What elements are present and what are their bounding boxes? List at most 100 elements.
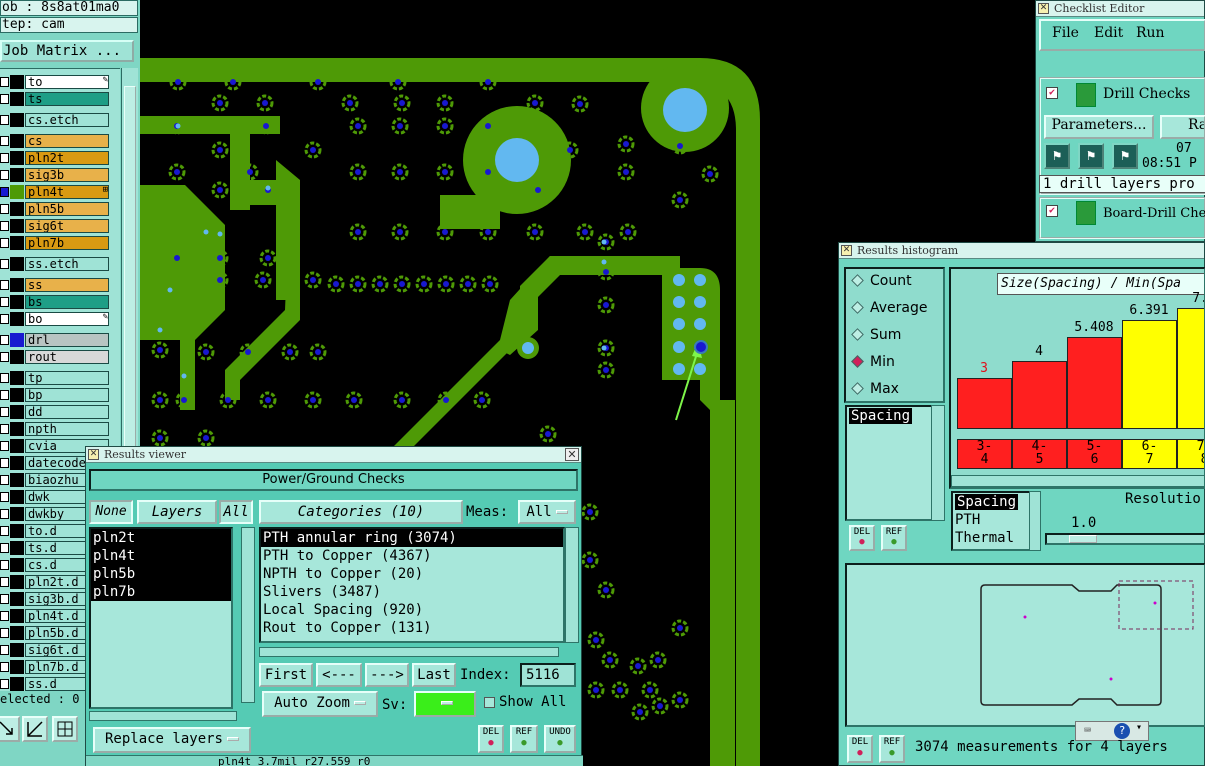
- layer-checkbox[interactable]: [0, 679, 9, 689]
- layer-checkbox[interactable]: [0, 390, 9, 400]
- run-all-icon[interactable]: ⚑: [1078, 143, 1104, 169]
- layer-row[interactable]: pln7b: [0, 236, 112, 250]
- layer-color-swatch[interactable]: [10, 295, 24, 309]
- layer-checkbox[interactable]: [0, 577, 9, 587]
- histogram-bar[interactable]: [1067, 336, 1122, 429]
- all-layers-button[interactable]: All: [219, 500, 253, 524]
- layer-checkbox[interactable]: [0, 424, 9, 434]
- layer-checkbox[interactable]: [0, 373, 9, 383]
- histogram-bin-label[interactable]: 3- 4: [957, 439, 1012, 469]
- layer-name[interactable]: pln2t: [25, 151, 109, 165]
- layer-checkbox[interactable]: [0, 352, 9, 362]
- histogram-bar[interactable]: [1177, 307, 1204, 429]
- radio-diamond-icon[interactable]: [851, 301, 864, 314]
- layer-color-swatch[interactable]: [10, 473, 24, 487]
- preview-del-button[interactable]: DEL ●: [847, 735, 873, 763]
- layer-color-swatch[interactable]: [10, 202, 24, 216]
- layer-name[interactable]: ss.etch: [25, 257, 109, 271]
- layer-name[interactable]: bo: [25, 312, 109, 326]
- layer-checkbox[interactable]: [0, 628, 9, 638]
- type-list[interactable]: Spacing PTH Thermal: [951, 491, 1039, 551]
- histogram-bin-label[interactable]: 4- 5: [1012, 439, 1067, 469]
- layer-color-swatch[interactable]: [10, 592, 24, 606]
- layer-checkbox[interactable]: [0, 221, 9, 231]
- board-drill-checkbox[interactable]: ✔: [1046, 205, 1058, 217]
- layer-results-list[interactable]: pln2t pln4t pln5b pln7b: [89, 527, 233, 709]
- layer-color-swatch[interactable]: [10, 507, 24, 521]
- radio-diamond-icon[interactable]: [851, 355, 864, 368]
- layer-name[interactable]: drl: [25, 333, 109, 347]
- hist-ref-button[interactable]: REF ●: [881, 525, 907, 551]
- tool-grid-icon[interactable]: [52, 716, 78, 742]
- tool-measure-icon[interactable]: [22, 716, 48, 742]
- layer-checkbox[interactable]: [0, 94, 9, 104]
- ra-button[interactable]: Ra: [1160, 115, 1205, 139]
- layer-name[interactable]: pln4t: [25, 185, 109, 199]
- radio-diamond-icon[interactable]: [851, 382, 864, 395]
- hist-del-button[interactable]: DEL ●: [849, 525, 875, 551]
- layer-color-swatch[interactable]: [10, 575, 24, 589]
- type-list-scrollbar[interactable]: [1029, 491, 1041, 551]
- layer-checkbox[interactable]: [0, 645, 9, 655]
- auto-zoom-option[interactable]: Auto Zoom: [262, 691, 378, 717]
- layer-row[interactable]: ss.etch: [0, 257, 112, 271]
- categories-button[interactable]: Categories (10): [259, 500, 463, 524]
- layer-checkbox[interactable]: [0, 475, 9, 485]
- histogram-bin-label[interactable]: 6- 7: [1122, 439, 1177, 469]
- layer-checkbox[interactable]: [0, 611, 9, 621]
- layer-color-swatch[interactable]: [10, 257, 24, 271]
- last-button[interactable]: Last: [412, 663, 456, 687]
- layer-row[interactable]: rout: [0, 350, 112, 364]
- layer-checkbox[interactable]: [0, 259, 9, 269]
- layer-color-swatch[interactable]: [10, 643, 24, 657]
- replace-layers-option[interactable]: Replace layers: [93, 727, 251, 753]
- layer-color-swatch[interactable]: [10, 558, 24, 572]
- layer-name[interactable]: pln5b: [25, 202, 109, 216]
- category-item[interactable]: Local Spacing (920): [261, 601, 563, 619]
- layer-name[interactable]: pln7b: [25, 236, 109, 250]
- tool-arrow-icon[interactable]: [0, 716, 20, 742]
- layer-name[interactable]: dd: [25, 405, 109, 419]
- histogram-titlebar[interactable]: ✕ Results histogram: [839, 243, 1204, 259]
- layer-name[interactable]: sig3b: [25, 168, 109, 182]
- layer-result-item[interactable]: pln5b: [91, 565, 231, 583]
- mode-radio-average[interactable]: Average: [849, 297, 928, 319]
- layer-row[interactable]: ts: [0, 92, 112, 106]
- layer-color-swatch[interactable]: [10, 350, 24, 364]
- help-icon[interactable]: ?: [1114, 723, 1130, 739]
- category-item[interactable]: Rout to Copper (131): [261, 619, 563, 637]
- layer-row[interactable]: sig3b: [0, 168, 112, 182]
- results-viewer-titlebar[interactable]: ✕ Results viewer ✕: [86, 447, 581, 463]
- layer-row[interactable]: bp: [0, 388, 112, 402]
- radio-diamond-icon[interactable]: [851, 328, 864, 341]
- layer-row[interactable]: cs.etch: [0, 113, 112, 127]
- layer-row[interactable]: drl: [0, 333, 112, 347]
- layer-checkbox[interactable]: [0, 458, 9, 468]
- layer-row[interactable]: npth: [0, 422, 112, 436]
- layer-checkbox[interactable]: [0, 526, 9, 536]
- close-icon[interactable]: ✕: [565, 448, 579, 461]
- categories-hscrollbar[interactable]: [259, 647, 559, 657]
- layer-name[interactable]: to: [25, 75, 109, 89]
- layer-color-swatch[interactable]: [10, 92, 24, 106]
- layer-checkbox[interactable]: [0, 187, 9, 197]
- layer-checkbox[interactable]: [0, 297, 9, 307]
- layer-color-swatch[interactable]: [10, 456, 24, 470]
- none-button[interactable]: None: [89, 500, 133, 524]
- checklist-titlebar[interactable]: ✕ Checklist Editor: [1036, 1, 1204, 17]
- severity-option[interactable]: [414, 691, 476, 717]
- run-step-icon[interactable]: ⚑: [1112, 143, 1138, 169]
- layer-result-item[interactable]: pln7b: [91, 583, 231, 601]
- layer-name[interactable]: cs: [25, 134, 109, 148]
- layer-name[interactable]: npth: [25, 422, 109, 436]
- rv-undo-button[interactable]: UNDO ●: [544, 725, 576, 753]
- menu-file[interactable]: File: [1052, 25, 1079, 41]
- layer-checkbox[interactable]: [0, 280, 9, 290]
- meas-option[interactable]: All: [518, 500, 576, 524]
- layer-name[interactable]: sig6t: [25, 219, 109, 233]
- dropdown-icon[interactable]: ▾: [1136, 722, 1142, 733]
- layer-list-hscrollbar[interactable]: [89, 711, 237, 721]
- layers-button[interactable]: Layers: [137, 500, 217, 524]
- layer-color-swatch[interactable]: [10, 278, 24, 292]
- layer-color-swatch[interactable]: [10, 75, 24, 89]
